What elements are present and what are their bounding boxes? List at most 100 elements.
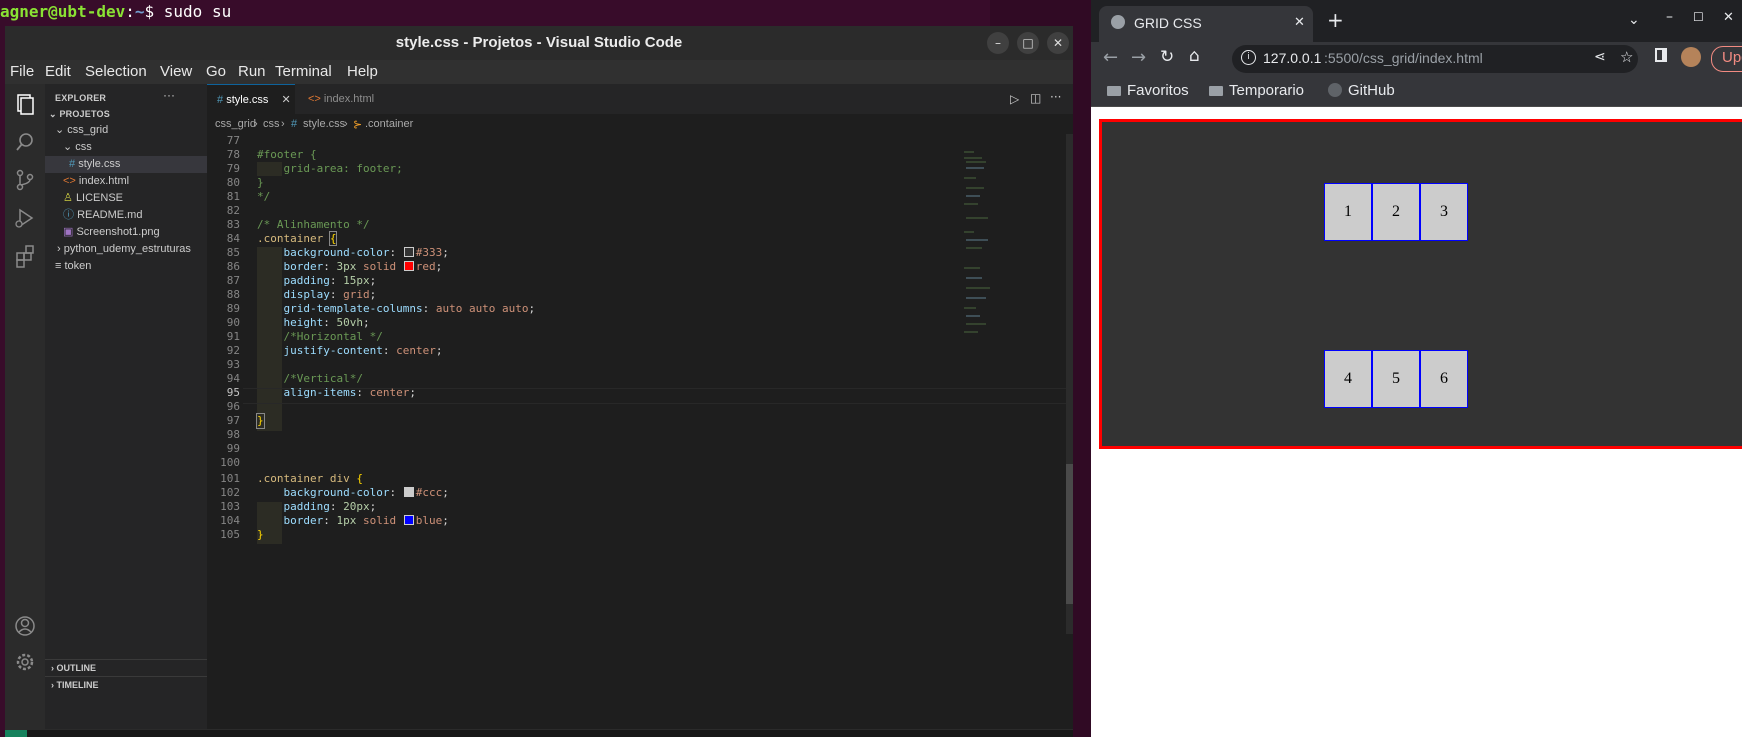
bookmark-favoritos[interactable]: Favoritos [1107, 82, 1189, 99]
line-number: 83 [226, 218, 240, 231]
menubar: File Edit Selection View Go Run Terminal… [5, 60, 1073, 84]
breadcrumb-item[interactable]: style.css [303, 118, 345, 130]
update-button[interactable]: Update [1711, 46, 1742, 72]
tree-item-python-folder[interactable]: › python_udemy_estruturas [45, 241, 207, 258]
forward-icon[interactable]: → [1131, 47, 1146, 68]
tree-item-readme[interactable]: ⓘ README.md [45, 207, 207, 224]
line-code: /*Horizontal */ [257, 330, 383, 343]
color-swatch[interactable] [403, 487, 414, 497]
menu-edit[interactable]: Edit [45, 63, 71, 80]
chevron-right-icon: › [51, 680, 54, 690]
menu-help[interactable]: Help [347, 63, 378, 80]
grid-container: 1 2 3 4 5 6 [1099, 119, 1742, 449]
maximize-button[interactable]: ☐ [1693, 10, 1704, 24]
terminal-prompt-line: agner@ubt-dev:~$ sudo su [0, 2, 232, 21]
breadcrumb-item[interactable]: css [263, 118, 280, 130]
extensions-icon[interactable] [11, 242, 39, 270]
chevron-down-icon: ⌄ [49, 109, 57, 119]
run-debug-icon[interactable] [11, 204, 39, 232]
github-icon [1328, 83, 1342, 97]
address-bar[interactable]: i 127.0.0.1 :5500/css_grid/index.html ⋖ … [1232, 45, 1638, 73]
tree-item-style-css[interactable]: # style.css [45, 156, 207, 173]
source-control-icon[interactable] [11, 166, 39, 194]
bookmark-label: GitHub [1348, 82, 1395, 99]
page-viewport: 1 2 3 4 5 6 [1091, 107, 1742, 737]
remote-indicator[interactable] [5, 730, 27, 737]
close-button[interactable]: ✕ [1047, 32, 1069, 54]
more-actions-icon[interactable]: ··· [1050, 90, 1061, 104]
css-file-icon: # [69, 158, 76, 170]
line-number: 104 [220, 514, 240, 527]
color-swatch[interactable] [403, 247, 414, 257]
home-icon[interactable]: ⌂ [1189, 46, 1200, 66]
tab-index-html[interactable]: <> index.html [296, 84, 392, 114]
breadcrumb-item[interactable]: .container [365, 118, 413, 130]
account-icon[interactable] [11, 612, 39, 640]
terminal-command: $ sudo su [144, 2, 232, 21]
menu-go[interactable]: Go [206, 63, 226, 80]
line-code: #footer { [257, 148, 317, 161]
color-swatch[interactable] [403, 515, 414, 525]
minimize-button[interactable]: – [1666, 9, 1673, 25]
activity-bar [5, 84, 45, 737]
side-panel-icon[interactable] [1655, 48, 1667, 62]
color-swatch[interactable] [403, 261, 414, 271]
tab-search-icon[interactable]: ⌄ [1628, 12, 1640, 28]
tree-item-css[interactable]: ⌄ css [45, 139, 207, 156]
tree-item-index-html[interactable]: <> index.html [45, 173, 207, 190]
tab-style-css[interactable]: # style.css ✕ [207, 84, 295, 115]
timeline-section[interactable]: › TIMELINE [45, 676, 207, 694]
split-editor-icon[interactable]: ◫ [1030, 91, 1041, 105]
bookmark-github[interactable]: GitHub [1328, 82, 1395, 99]
menu-selection[interactable]: Selection [85, 63, 147, 80]
breadcrumb-item[interactable]: css_grid [215, 118, 256, 130]
chevron-down-icon: ⌄ [63, 141, 73, 153]
close-tab-icon[interactable]: ✕ [1294, 14, 1305, 30]
browser-tab[interactable]: GRID CSS ✕ [1099, 6, 1313, 42]
new-tab-button[interactable]: + [1327, 8, 1344, 32]
run-icon[interactable]: ▷ [1010, 92, 1019, 106]
menu-file[interactable]: File [10, 63, 34, 80]
share-icon[interactable]: ⋖ [1594, 49, 1606, 65]
menu-view[interactable]: View [160, 63, 192, 80]
avatar[interactable] [1681, 47, 1701, 67]
bookmark-temporario[interactable]: Temporario [1209, 82, 1304, 99]
tree-item-license[interactable]: ♙ LICENSE [45, 190, 207, 207]
reload-icon[interactable]: ↻ [1160, 47, 1174, 67]
chevron-right-icon: › [254, 118, 258, 130]
line-number: 79 [226, 162, 240, 175]
outline-section[interactable]: › OUTLINE [45, 659, 207, 677]
explorer-sidebar: EXPLORER ··· ⌄ PROJETOS ⌄ css_grid ⌄ css… [45, 84, 207, 737]
line-code: display: grid; [283, 288, 377, 301]
chevron-right-icon: › [344, 118, 348, 130]
more-actions-icon[interactable]: ··· [163, 88, 175, 102]
code-editor[interactable]: 77 78 #footer { 79 grid-area: footer; 80}… [207, 134, 1073, 729]
maximize-button[interactable]: □ [1017, 32, 1039, 54]
html-file-icon: <> [63, 175, 76, 187]
tree-item-token[interactable]: ≡ token [45, 258, 207, 275]
tree-item-screenshot[interactable]: ▣ Screenshot1.png [45, 224, 207, 241]
line-number: 88 [226, 288, 240, 301]
close-tab-icon[interactable]: ✕ [281, 94, 290, 106]
editor-scrollbar[interactable] [1066, 134, 1073, 634]
minimap[interactable] [962, 148, 1002, 338]
settings-gear-icon[interactable] [11, 648, 39, 676]
minimize-button[interactable]: – [987, 32, 1009, 54]
browser-tabbar: GRID CSS ✕ + ⌄ – ☐ ✕ [1091, 0, 1742, 42]
line-number: 99 [226, 442, 240, 455]
info-icon[interactable]: i [1241, 50, 1256, 65]
close-button[interactable]: ✕ [1723, 10, 1734, 25]
line-number: 97 [226, 414, 240, 427]
line-number: 78 [226, 148, 240, 161]
tree-item-css_grid[interactable]: ⌄ css_grid [45, 122, 207, 139]
bookmark-star-icon[interactable]: ☆ [1620, 48, 1633, 66]
line-number: 102 [220, 486, 240, 499]
search-icon[interactable] [11, 128, 39, 156]
back-icon[interactable]: ← [1103, 47, 1118, 68]
scrollbar-thumb[interactable] [1066, 464, 1073, 604]
workspace-header[interactable]: ⌄ PROJETOS [45, 106, 207, 123]
menu-terminal[interactable]: Terminal [275, 63, 332, 80]
menu-run[interactable]: Run [238, 63, 266, 80]
explorer-title: EXPLORER [55, 93, 107, 103]
explorer-icon[interactable] [11, 90, 39, 118]
